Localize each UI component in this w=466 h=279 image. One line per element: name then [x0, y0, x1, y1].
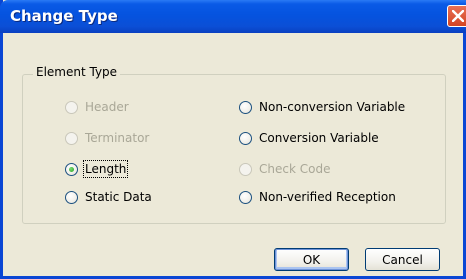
radio-static-data-label: Static Data	[85, 190, 152, 204]
radio-length-label: Length	[82, 160, 129, 178]
radio-icon	[65, 190, 78, 204]
radio-terminator-label: Terminator	[85, 131, 150, 145]
radio-non-verified-reception-label: Non-verified Reception	[259, 190, 396, 204]
radio-icon	[239, 100, 252, 114]
radio-check-code-label: Check Code	[259, 162, 331, 176]
radio-conversion-variable-label: Conversion Variable	[259, 131, 379, 145]
close-button[interactable]	[447, 5, 466, 27]
radio-icon	[239, 162, 252, 176]
ok-button[interactable]: OK	[274, 248, 349, 271]
radio-non-verified-reception[interactable]: Non-verified Reception	[239, 189, 396, 205]
radio-header-label: Header	[85, 100, 129, 114]
dialog-title: Change Type	[10, 7, 118, 25]
radio-non-conversion-variable[interactable]: Non-conversion Variable	[239, 99, 405, 115]
radio-icon	[65, 100, 78, 114]
radio-check-code[interactable]: Check Code	[239, 161, 330, 177]
radio-header[interactable]: Header	[65, 99, 129, 115]
radio-icon	[239, 131, 252, 145]
radio-static-data[interactable]: Static Data	[65, 189, 152, 205]
radio-non-conversion-variable-label: Non-conversion Variable	[259, 100, 406, 114]
radio-conversion-variable[interactable]: Conversion Variable	[239, 130, 379, 146]
radio-icon	[65, 131, 78, 145]
close-icon	[452, 10, 464, 22]
group-label: Element Type	[33, 65, 121, 79]
radio-terminator[interactable]: Terminator	[65, 130, 149, 146]
cancel-button[interactable]: Cancel	[365, 248, 440, 271]
title-bar[interactable]: Change Type	[0, 0, 466, 33]
radio-icon	[65, 162, 78, 176]
radio-length[interactable]: Length	[65, 160, 129, 178]
radio-icon	[239, 190, 252, 204]
